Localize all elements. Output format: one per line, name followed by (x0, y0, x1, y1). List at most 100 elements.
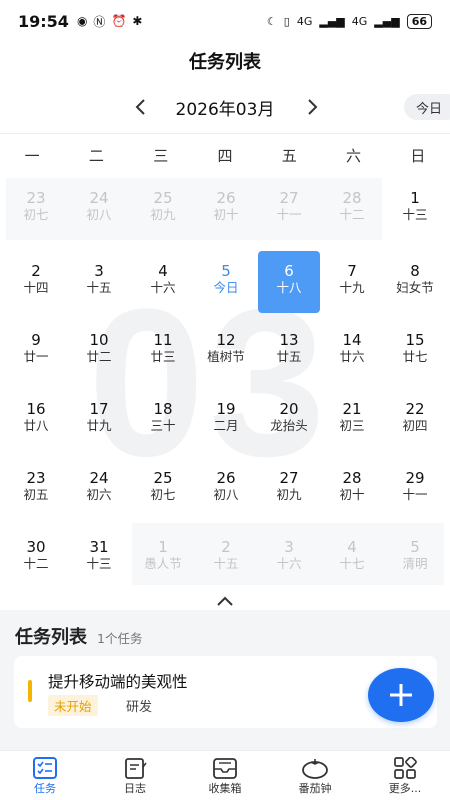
nav-item-inbox[interactable]: 收集箱 (180, 751, 270, 800)
calendar-day[interactable]: 4 十六 (132, 251, 194, 313)
nav-label-more: 更多... (388, 782, 422, 795)
calendar-day-number: 26 (216, 189, 236, 207)
calendar-day[interactable]: 28 初十 (321, 458, 383, 520)
calendar-day[interactable]: 7 十九 (321, 251, 383, 313)
calendar-day[interactable]: 25 初七 (132, 458, 194, 520)
calendar-day-lunar: 妇女节 (396, 280, 434, 295)
calendar-day-lunar: 初七 (23, 207, 49, 222)
calendar-day-lunar: 初九 (276, 487, 302, 502)
chevron-up-icon (217, 596, 233, 606)
calendar-day[interactable]: 12 植树节 (195, 320, 257, 382)
calendar-day[interactable]: 31 十三 (68, 527, 130, 589)
weekday-label: 五 (281, 147, 297, 165)
nav-item-journal[interactable]: 日志 (90, 751, 180, 800)
calendar-day-lunar: 廿七 (402, 349, 428, 364)
weekday-label: 二 (88, 147, 104, 165)
calendar-day-number: 27 (279, 189, 299, 207)
calendar-day[interactable]: 17 廿九 (68, 389, 130, 451)
priority-indicator (28, 680, 32, 702)
calendar-day[interactable]: 3 十六 (258, 527, 320, 589)
calendar-day[interactable]: 3 十五 (68, 251, 130, 313)
calendar-grid: 03 23 初七 24 初八 25 初九 26 初十 27 十一 28 十二 1 十三 2 十四 3 十五 4 十六 5… (0, 178, 450, 588)
add-task-button[interactable] (368, 668, 434, 722)
eye-icon: ◉ (76, 14, 88, 28)
calendar-day-lunar: 十一 (276, 207, 302, 222)
calendar-day[interactable]: 10 廿二 (68, 320, 130, 382)
calendar-day-lunar: 十六 (150, 280, 176, 295)
calendar-day[interactable]: 16 廿八 (5, 389, 67, 451)
calendar-day[interactable]: 29 十一 (384, 458, 446, 520)
calendar-day[interactable]: 28 十二 (321, 178, 383, 240)
more-grid-icon (394, 757, 417, 779)
calendar-day[interactable]: 18 三十 (132, 389, 194, 451)
calendar-day-number: 25 (153, 469, 173, 487)
calendar-day[interactable]: 11 廿三 (132, 320, 194, 382)
calendar-day-lunar: 廿八 (23, 418, 49, 433)
tomato-timer-icon (302, 759, 328, 779)
collapse-calendar-handle[interactable] (215, 592, 235, 606)
nfc-icon: Ⓝ (93, 14, 106, 29)
month-navigator: 2026年03月 今日 (0, 92, 450, 122)
calendar-day[interactable]: 13 廿五 (258, 320, 320, 382)
calendar-day[interactable]: 26 初十 (195, 178, 257, 240)
signal-4g-1: 4G (296, 14, 313, 28)
calendar-day[interactable]: 23 初七 (5, 178, 67, 240)
calendar-day[interactable]: 22 初四 (384, 389, 446, 451)
task-section-header: 任务列表 1个任务 (15, 623, 142, 649)
calendar-day-lunar: 初十 (339, 487, 365, 502)
calendar-day-lunar: 愚人节 (144, 556, 182, 571)
status-time: 19:54 (18, 11, 69, 31)
nav-label-inbox: 收集箱 (208, 782, 242, 795)
weekday-label: 三 (153, 147, 169, 165)
calendar-day[interactable]: 20 龙抬头 (258, 389, 320, 451)
calendar-day[interactable]: 14 廿六 (321, 320, 383, 382)
calendar-day[interactable]: 21 初三 (321, 389, 383, 451)
calendar-day-number: 7 (347, 262, 357, 280)
calendar-day[interactable]: 2 十四 (5, 251, 67, 313)
calendar-day[interactable]: 9 廿一 (5, 320, 67, 382)
calendar-day-number: 31 (89, 538, 109, 556)
calendar-day-lunar: 廿五 (276, 349, 302, 364)
nav-item-tasks[interactable]: 任务 (0, 751, 90, 800)
calendar-day[interactable]: 8 妇女节 (384, 251, 446, 313)
alarm-icon: ⏰ (111, 14, 127, 28)
calendar-day-today[interactable]: 5 今日 (195, 251, 257, 313)
moon-icon: ☾ (266, 14, 277, 28)
calendar-day[interactable]: 27 十一 (258, 178, 320, 240)
calendar-day[interactable]: 24 初八 (68, 178, 130, 240)
calendar-day-number: 26 (216, 469, 236, 487)
calendar-day-number: 1 (158, 538, 168, 556)
calendar-day-lunar: 清明 (402, 556, 428, 571)
calendar-day-number: 27 (279, 469, 299, 487)
signal-4g-2: 4G (351, 14, 368, 28)
calendar-day-number: 28 (342, 189, 362, 207)
calendar-day-number: 29 (405, 469, 425, 487)
calendar-day[interactable]: 15 廿七 (384, 320, 446, 382)
calendar-day-selected[interactable]: 6 十八 (258, 251, 320, 313)
today-button[interactable]: 今日 (404, 94, 450, 120)
previous-month-button[interactable] (128, 94, 154, 120)
calendar-day[interactable]: 24 初六 (68, 458, 130, 520)
calendar-day[interactable]: 5 清明 (384, 527, 446, 589)
next-month-button[interactable] (299, 94, 325, 120)
calendar-day[interactable]: 19 二月 (195, 389, 257, 451)
calendar-day[interactable]: 1 十三 (384, 178, 446, 240)
calendar-day[interactable]: 26 初八 (195, 458, 257, 520)
calendar-day[interactable]: 25 初九 (132, 178, 194, 240)
calendar-day[interactable]: 23 初五 (5, 458, 67, 520)
calendar-day-number: 6 (284, 262, 294, 280)
calendar-day[interactable]: 1 愚人节 (132, 527, 194, 589)
calendar-day-lunar: 十六 (276, 556, 302, 571)
calendar-day-number: 22 (405, 400, 425, 418)
calendar-day-lunar: 十五 (213, 556, 239, 571)
calendar-day-number: 4 (158, 262, 168, 280)
month-label[interactable]: 2026年03月 (160, 95, 290, 120)
task-count: 1个任务 (97, 631, 143, 646)
calendar-day-number: 2 (221, 538, 231, 556)
calendar-day[interactable]: 27 初九 (258, 458, 320, 520)
calendar-day[interactable]: 2 十五 (195, 527, 257, 589)
nav-item-more[interactable]: 更多... (360, 751, 450, 800)
calendar-day[interactable]: 30 十二 (5, 527, 67, 589)
nav-item-pomodoro[interactable]: 番茄钟 (270, 751, 360, 800)
calendar-day[interactable]: 4 十七 (321, 527, 383, 589)
